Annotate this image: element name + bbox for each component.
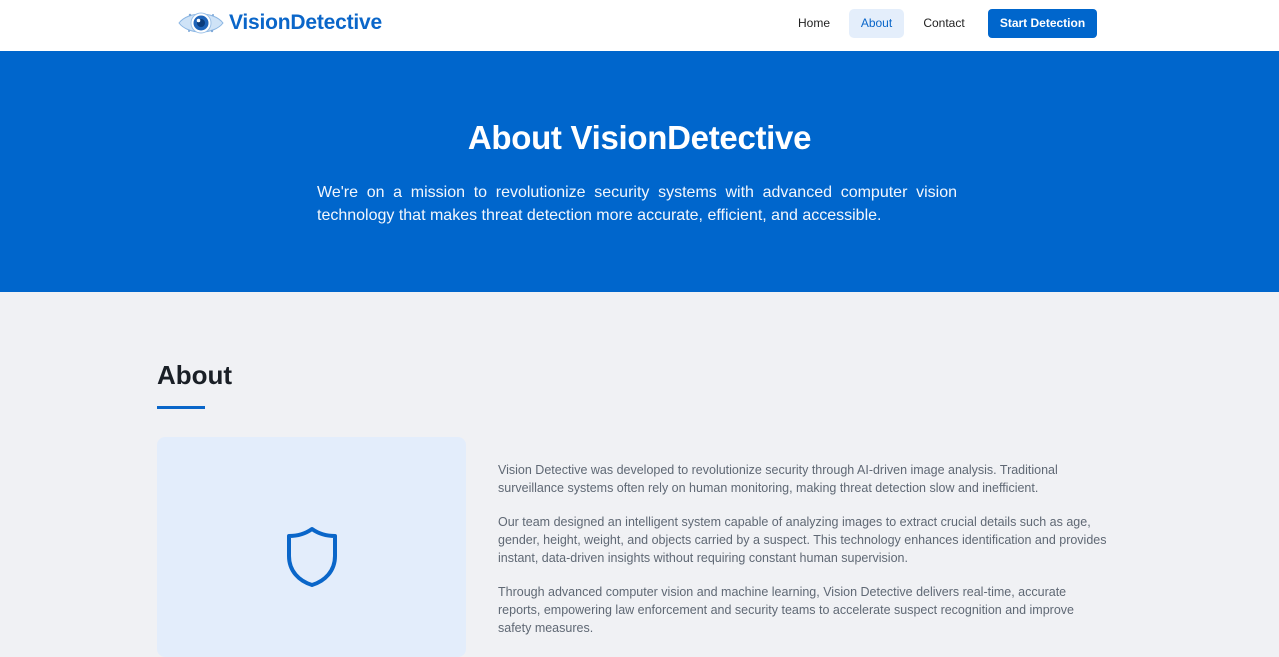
hero-description: We're on a mission to revolutionize secu… (317, 184, 957, 224)
shield-icon (287, 527, 337, 587)
eye-logo-icon (178, 12, 224, 34)
nav-about-link[interactable]: About (849, 9, 904, 38)
about-paragraph: Our team designed an intelligent system … (498, 515, 1107, 565)
about-media-card (157, 437, 466, 657)
brand-link[interactable]: VisionDetective (178, 6, 382, 40)
about-paragraph: Through advanced computer vision and mac… (498, 585, 1074, 635)
about-paragraph: Vision Detective was developed to revolu… (498, 463, 1058, 495)
brand-name: VisionDetective (229, 11, 383, 34)
start-detection-button[interactable]: Start Detection (988, 9, 1097, 38)
hero-title: About VisionDetective (467, 119, 812, 156)
section-title: About (157, 360, 233, 390)
navbar: VisionDetective Home About Contact Start… (0, 0, 1279, 51)
about-text: Vision Detective was developed to revolu… (498, 461, 1110, 653)
nav-home-link[interactable]: Home (789, 9, 839, 38)
nav-contact-link[interactable]: Contact (914, 9, 974, 38)
hero-section: About VisionDetective We're on a mission… (0, 51, 1279, 292)
title-underline (157, 406, 205, 409)
